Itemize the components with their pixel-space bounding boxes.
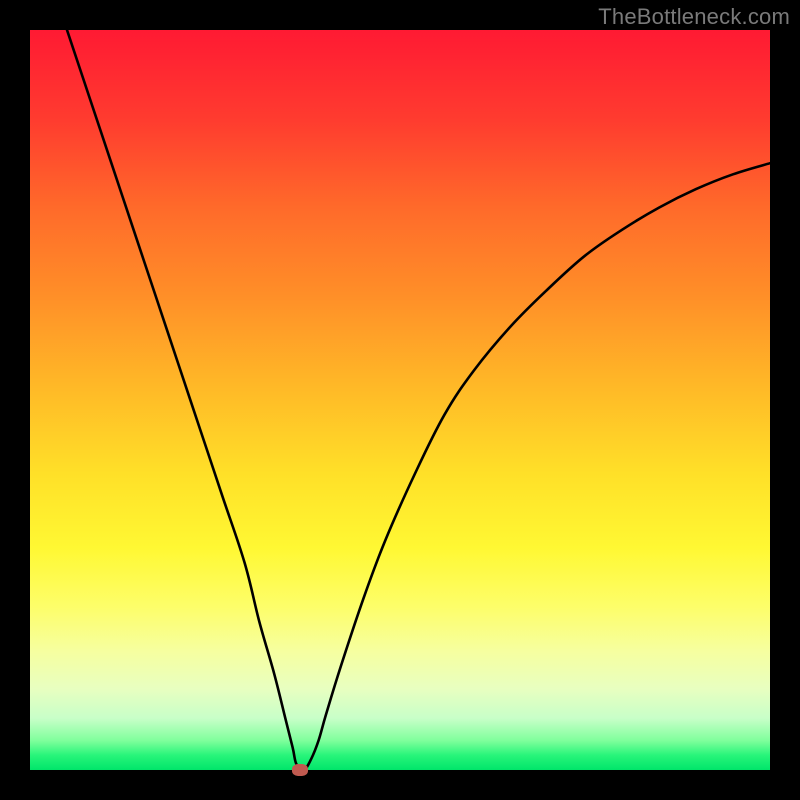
plot-area <box>30 30 770 770</box>
curve-svg <box>30 30 770 770</box>
optimal-point-marker <box>292 764 308 776</box>
bottleneck-curve <box>67 30 770 770</box>
watermark-text: TheBottleneck.com <box>598 4 790 30</box>
chart-frame: TheBottleneck.com <box>0 0 800 800</box>
